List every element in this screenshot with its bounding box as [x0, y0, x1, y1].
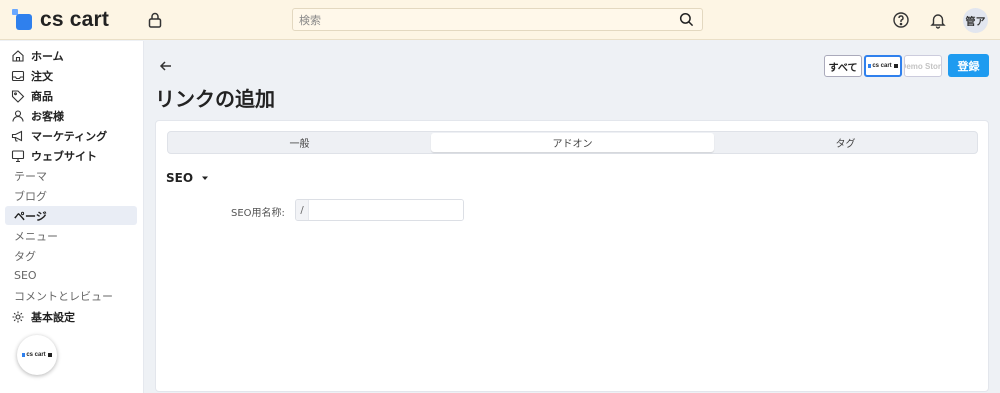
top-bar: cs cart 管ア: [0, 0, 1000, 40]
sidebar-item-themes[interactable]: テーマ: [5, 166, 137, 185]
sidebar-item-label: SEO: [14, 269, 37, 282]
sidebar-item-label: コメントとレビュー: [14, 289, 113, 303]
caret-down-icon: [202, 176, 209, 180]
sidebar-item-comments-reviews[interactable]: コメントとレビュー: [5, 286, 137, 305]
lock-icon[interactable]: [146, 11, 164, 29]
sidebar-item-website[interactable]: ウェブサイト: [5, 146, 137, 165]
bell-icon[interactable]: [929, 11, 947, 29]
inbox-icon: [11, 70, 25, 81]
sidebar-item-label: マーケティング: [31, 129, 108, 143]
sidebar-item-label: ウェブサイト: [31, 149, 97, 163]
sidebar-item-tags[interactable]: タグ: [5, 246, 137, 265]
sidebar-item-orders[interactable]: 注文: [5, 66, 137, 85]
megaphone-icon: [11, 130, 23, 142]
demo-store-button[interactable]: Demo Store: [904, 55, 942, 77]
sidebar: ホーム 注文 商品 お客様 マーケティング ウェブサイト テーマ ブログ ページ…: [0, 41, 144, 393]
search-box: [292, 8, 703, 31]
user-icon: [12, 109, 24, 122]
sidebar-item-seo[interactable]: SEO: [5, 266, 137, 285]
logo-text: cs cart: [40, 8, 110, 31]
tab-bar: 一般 アドオン タグ: [167, 131, 978, 154]
sidebar-item-products[interactable]: 商品: [5, 86, 137, 105]
sidebar-item-pages[interactable]: ページ: [5, 206, 137, 225]
sidebar-item-label: タグ: [14, 249, 36, 263]
sidebar-item-label: ページ: [14, 209, 47, 223]
sidebar-item-label: 商品: [31, 89, 53, 103]
sidebar-item-label: テーマ: [14, 169, 47, 183]
search-input[interactable]: [293, 10, 663, 31]
sidebar-item-marketing[interactable]: マーケティング: [5, 126, 137, 145]
sidebar-item-label: お客様: [31, 109, 64, 123]
seo-name-label: SEO用名称:: [231, 208, 285, 219]
gear-icon: [12, 311, 24, 322]
seo-path-prefix: /: [296, 200, 309, 220]
section-title: SEO: [166, 171, 194, 185]
sidebar-item-customers[interactable]: お客様: [5, 106, 137, 125]
all-stores-button[interactable]: すべて: [824, 55, 862, 77]
save-button[interactable]: 登録: [948, 54, 989, 77]
avatar[interactable]: 管ア: [963, 8, 988, 33]
cs-cart-store-button[interactable]: cs cart: [864, 55, 902, 77]
help-icon[interactable]: [892, 11, 910, 29]
sidebar-item-home[interactable]: ホーム: [5, 46, 137, 65]
store-logo: cs cart: [868, 63, 898, 69]
sidebar-item-label: ホーム: [31, 49, 64, 63]
store-logo: cs cart: [22, 352, 52, 358]
sidebar-item-settings[interactable]: 基本設定: [5, 307, 137, 326]
seo-name-field: /: [295, 199, 464, 221]
sidebar-item-label: 基本設定: [31, 310, 75, 324]
store-switcher-badge[interactable]: cs cart: [17, 335, 57, 375]
tab-tags[interactable]: タグ: [715, 133, 976, 152]
sidebar-item-blog[interactable]: ブログ: [5, 186, 137, 205]
monitor-icon: [11, 149, 25, 162]
search-icon[interactable]: [679, 12, 694, 27]
tab-general[interactable]: 一般: [169, 133, 430, 152]
sidebar-item-label: メニュー: [14, 229, 58, 243]
tab-addons[interactable]: アドオン: [431, 133, 714, 152]
cs-cart-logo[interactable]: cs cart: [12, 8, 109, 32]
home-icon: [12, 49, 24, 62]
seo-section-toggle[interactable]: SEO: [166, 171, 210, 185]
sidebar-item-menus[interactable]: メニュー: [5, 226, 137, 245]
logo-mark-icon: [12, 9, 34, 31]
sidebar-item-label: 注文: [31, 69, 53, 83]
tag-icon: [11, 89, 25, 103]
back-arrow-icon[interactable]: [158, 58, 174, 74]
sidebar-item-label: ブログ: [14, 189, 47, 203]
seo-name-input[interactable]: [309, 200, 463, 220]
content-card: 一般 アドオン タグ SEO SEO用名称: /: [155, 120, 989, 392]
page-title: リンクの追加: [155, 87, 275, 111]
